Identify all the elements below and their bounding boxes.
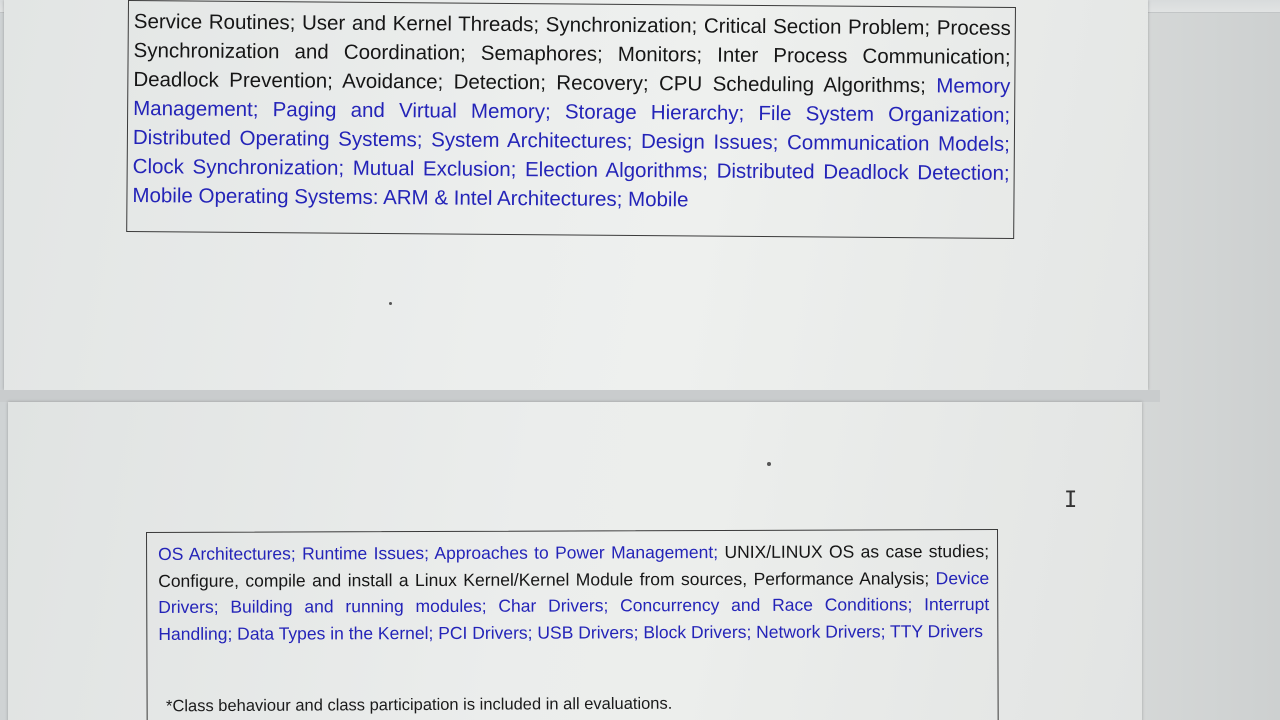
- evaluation-note: *Class behaviour and class participation…: [165, 694, 673, 716]
- dust-speck: [389, 302, 392, 305]
- syllabus-textbox-top[interactable]: Service Routines; User and Kernel Thread…: [126, 0, 1016, 239]
- dust-speck: [767, 462, 771, 466]
- syllabus-textbox-bottom[interactable]: OS Architectures; Runtime Issues; Approa…: [146, 529, 999, 720]
- document-viewport[interactable]: 5 6 7 Service Routines; User and Kernel …: [0, 0, 1280, 720]
- page-separator: [0, 390, 1160, 402]
- text-cursor-icon: I: [1064, 488, 1078, 513]
- text-run-black: Service Routines; User and Kernel Thread…: [133, 10, 1011, 98]
- text-run-blue: OS Architectures; Runtime Issues; Approa…: [158, 541, 725, 564]
